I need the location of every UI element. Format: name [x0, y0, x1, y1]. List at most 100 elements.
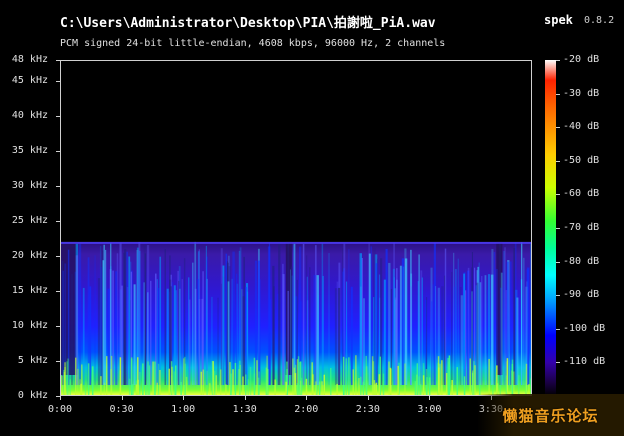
bass-streak [135, 384, 138, 395]
colorbar-tick-mark [556, 93, 560, 95]
bass-streak [463, 376, 466, 395]
spectral-streak [115, 271, 118, 385]
y-tick-mark [56, 60, 60, 61]
y-tick-mark [56, 151, 60, 152]
y-tick-label: 15 kHz [11, 285, 48, 296]
bass-streak [219, 369, 222, 395]
spectral-streak [268, 242, 270, 385]
spectral-streak [258, 260, 261, 385]
spectral-streak [243, 256, 245, 385]
bass-streak [365, 355, 367, 395]
spectral-streak [94, 255, 96, 385]
spectral-streak [166, 288, 169, 385]
x-tick-mark [121, 396, 123, 400]
bass-streak [156, 382, 158, 395]
y-tick-mark [56, 326, 60, 327]
bass-streak [323, 374, 326, 395]
bass-streak [130, 357, 133, 395]
bass-streak [419, 384, 422, 395]
spectral-streak [402, 266, 405, 385]
bass-streak [315, 381, 317, 395]
bass-streak [321, 381, 323, 395]
spectral-streak [432, 284, 434, 385]
bass-streak [305, 378, 308, 395]
bass-streak [110, 355, 113, 395]
bass-streak [373, 380, 376, 395]
spectral-streak [418, 254, 420, 385]
bass-streak [145, 384, 147, 395]
spectral-streak [235, 273, 238, 385]
spectral-streak [225, 253, 228, 385]
bass-streak [448, 355, 451, 395]
y-tick-label: 20 kHz [11, 250, 48, 261]
spectral-streak [513, 248, 516, 385]
y-tick-mark [56, 361, 60, 362]
bass-streak [185, 376, 188, 395]
spectral-streak [222, 265, 225, 385]
spectral-streak [192, 262, 194, 385]
colorbar-tick-mark [556, 127, 560, 129]
bass-streak [200, 371, 203, 395]
spectral-streak [460, 295, 463, 385]
app-name: spek [544, 13, 573, 27]
x-tick-mark [244, 396, 246, 400]
spectral-streak [435, 286, 437, 385]
y-tick-mark [56, 116, 60, 117]
bass-streak [232, 369, 234, 395]
bass-streak [425, 368, 428, 395]
colorbar-tick-label: -90 dB [563, 289, 600, 301]
bass-streak [318, 381, 321, 395]
colorbar-tick-mark [556, 295, 560, 297]
bass-streak [67, 358, 69, 395]
spectral-streak [476, 282, 479, 385]
spectral-streak [309, 267, 311, 385]
spectral-streak [484, 275, 487, 385]
spectral-streak [202, 271, 204, 385]
bass-streak [378, 374, 381, 395]
bass-streak [215, 375, 217, 395]
colorbar-tick-label: -50 dB [563, 154, 600, 166]
spectral-streak [396, 268, 398, 385]
y-tick-mark [56, 291, 60, 292]
bass-streak [517, 375, 520, 395]
colorbar-tick-mark [556, 228, 560, 229]
spectral-streak [509, 261, 512, 385]
bass-streak [352, 369, 354, 395]
bass-streak [234, 363, 237, 395]
bass-streak [441, 360, 443, 395]
colorbar-tick-label: -60 dB [563, 188, 600, 200]
colorbar-tick-label: -30 dB [563, 87, 600, 99]
spectral-streak [194, 241, 197, 385]
bass-streak [416, 363, 419, 395]
spectral-streak [181, 279, 183, 385]
spectral-streak [293, 243, 296, 385]
bass-streak [152, 361, 154, 395]
bass-streak [345, 358, 348, 395]
bass-streak [157, 363, 160, 395]
spectral-streak [241, 289, 243, 385]
bass-streak [330, 368, 332, 395]
bass-streak [159, 369, 161, 395]
spectral-streak [465, 290, 467, 385]
bass-streak [437, 356, 440, 395]
y-tick-label: 35 kHz [11, 145, 48, 156]
bass-streak [213, 370, 216, 395]
spectral-streak [70, 274, 74, 385]
spectral-streak [471, 267, 473, 385]
spectral-streak [107, 288, 110, 385]
bass-streak [77, 368, 79, 395]
spectral-streak [493, 251, 495, 385]
spectral-streak [523, 257, 525, 385]
bass-streak [358, 378, 360, 395]
bass-streak [168, 368, 170, 395]
y-tick-label: 48 kHz [11, 54, 48, 65]
spectral-streak [479, 282, 482, 385]
spectral-streak [159, 256, 162, 385]
colorbar-tick-mark [556, 160, 560, 162]
spectrogram-plot [60, 60, 532, 396]
bass-streak [388, 361, 390, 395]
y-tick-mark [56, 81, 60, 82]
bass-streak [488, 358, 490, 395]
bass-streak [183, 358, 185, 395]
x-tick-label: 2:00 [294, 404, 319, 415]
